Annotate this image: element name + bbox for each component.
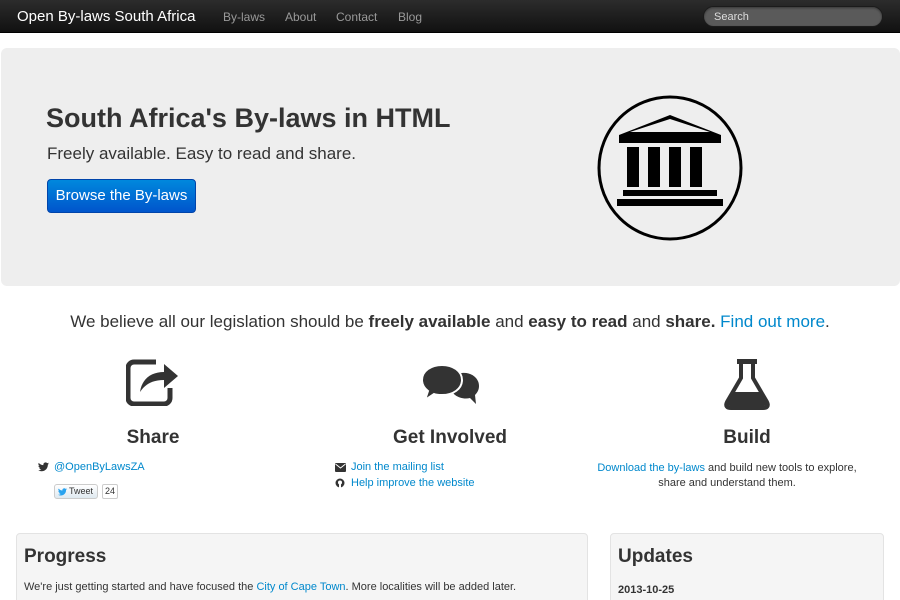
- tagline-text: .: [825, 312, 830, 331]
- browse-bylaws-button[interactable]: Browse the By-laws: [47, 179, 196, 213]
- tweet-label: Tweet: [69, 486, 94, 496]
- nav-item-blog[interactable]: Blog: [398, 10, 422, 24]
- update-date: 2013-10-25: [618, 584, 675, 596]
- github-icon: [335, 478, 345, 488]
- tweet-count: 24: [102, 484, 118, 499]
- twitter-bird-icon: [38, 462, 49, 472]
- share-icon: [126, 359, 178, 406]
- get-involved-title: Get Involved: [392, 427, 508, 448]
- hero-title: South Africa's By-laws in HTML: [46, 103, 451, 133]
- progress-title: Progress: [24, 546, 107, 567]
- search-input[interactable]: [703, 6, 883, 27]
- city-of-cape-town-link[interactable]: City of Cape Town: [256, 581, 345, 593]
- share-title: Share: [126, 427, 180, 448]
- download-bylaws-link[interactable]: Download the by-laws: [597, 462, 705, 474]
- nav-item-by-laws[interactable]: By-laws: [223, 10, 265, 24]
- tagline-text: and: [490, 312, 529, 331]
- build-title: Build: [723, 427, 771, 448]
- improve-website-link[interactable]: Help improve the website: [351, 477, 475, 490]
- tagline-bold-share: share.: [665, 312, 716, 331]
- hero-unit: [1, 48, 900, 286]
- hero-subtitle: Freely available. Easy to read and share…: [47, 144, 357, 163]
- flask-icon: [724, 359, 770, 410]
- building-columns-icon: [597, 95, 743, 241]
- tagline-bold-freely: freely available: [368, 312, 491, 331]
- envelope-icon: [335, 463, 346, 472]
- tagline-text: and: [627, 312, 666, 331]
- tagline-bold-easy: easy to read: [528, 312, 628, 331]
- build-description: Download the by-laws and build new tools…: [597, 461, 857, 491]
- nav-item-about[interactable]: About: [285, 10, 316, 24]
- find-out-more-link[interactable]: Find out more: [720, 312, 825, 331]
- twitter-handle-link[interactable]: @OpenByLawsZA: [54, 461, 145, 474]
- nav-item-contact[interactable]: Contact: [336, 10, 377, 24]
- top-navbar: Open By-laws South Africa By-laws About …: [0, 0, 900, 33]
- mailing-list-link[interactable]: Join the mailing list: [351, 461, 444, 474]
- chat-bubbles-icon: [420, 363, 479, 404]
- updates-title: Updates: [618, 546, 693, 567]
- progress-text: We're just getting started and have focu…: [24, 580, 584, 594]
- tagline: We believe all our legislation should be…: [0, 312, 900, 332]
- progress-text-part: . More localities will be added later.: [345, 581, 517, 593]
- twitter-bird-icon: [58, 488, 67, 496]
- progress-text-part: We're just getting started and have focu…: [24, 581, 257, 593]
- tweet-button[interactable]: Tweet: [54, 484, 98, 499]
- tagline-text: We believe all our legislation should be: [70, 312, 369, 331]
- brand-link[interactable]: Open By-laws South Africa: [17, 8, 195, 26]
